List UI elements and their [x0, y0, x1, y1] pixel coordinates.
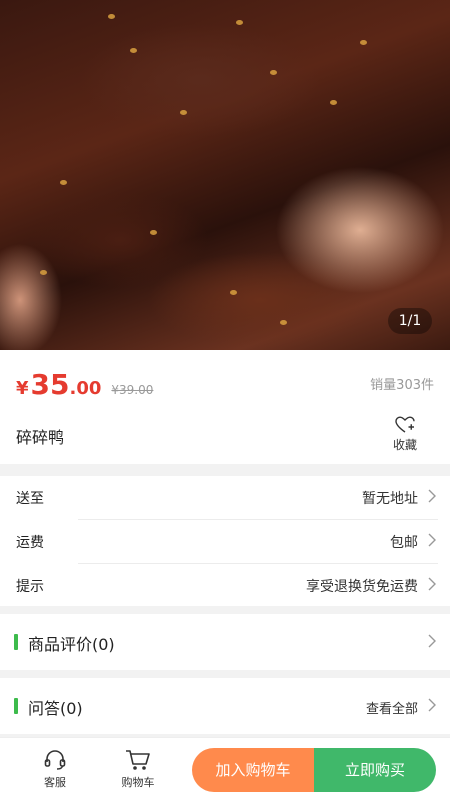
- customer-service-button[interactable]: 客服: [30, 748, 80, 790]
- price: ¥ 35 .00 ¥39.00: [16, 368, 153, 401]
- headset-icon: [44, 750, 66, 770]
- chevron-right-icon: [428, 577, 436, 591]
- product-name: 碎碎鸭: [16, 428, 65, 447]
- image-detail: [130, 48, 137, 53]
- product-image[interactable]: 1/1: [0, 0, 450, 350]
- chevron-right-icon: [428, 533, 436, 547]
- image-detail: [108, 14, 115, 19]
- buy-now-button[interactable]: 立即购买: [314, 748, 436, 792]
- delivery-value: 暂无地址: [362, 491, 418, 507]
- image-detail: [360, 40, 367, 45]
- delivery-label: 送至: [16, 491, 44, 507]
- qa-title: 问答(0): [28, 699, 83, 718]
- customer-service-label: 客服: [44, 776, 66, 789]
- image-detail: [236, 20, 243, 25]
- tip-row[interactable]: 提示 享受退换货免运费: [0, 564, 450, 607]
- image-detail: [280, 320, 287, 325]
- image-counter: 1/1: [388, 308, 432, 334]
- price-card: ¥ 35 .00 ¥39.00 销量303件 碎碎鸭 收藏: [0, 350, 450, 464]
- chevron-right-icon: [428, 489, 436, 503]
- image-detail: [40, 270, 47, 275]
- heart-plus-icon: [395, 416, 415, 433]
- qa-section[interactable]: 问答(0) 查看全部: [0, 678, 450, 734]
- image-detail: [270, 70, 277, 75]
- tip-value: 享受退换货免运费: [306, 579, 418, 595]
- sales-count: 销量303件: [370, 378, 434, 393]
- price-integer: 35: [30, 368, 70, 401]
- shipping-row[interactable]: 运费 包邮: [0, 520, 450, 563]
- reviews-section[interactable]: 商品评价(0): [0, 614, 450, 670]
- currency-symbol: ¥: [16, 378, 29, 399]
- shipping-value: 包邮: [390, 535, 418, 551]
- section-marker: [14, 634, 18, 650]
- image-detail: [150, 230, 157, 235]
- cart-label: 购物车: [121, 776, 155, 789]
- original-price: ¥39.00: [111, 383, 154, 397]
- cart-button[interactable]: 购物车: [113, 748, 163, 790]
- info-card: 送至 暂无地址 运费 包邮 提示 享受退换货免运费: [0, 476, 450, 606]
- image-detail: [60, 180, 67, 185]
- chevron-right-icon: [428, 634, 436, 648]
- add-to-cart-button[interactable]: 加入购物车: [192, 748, 314, 792]
- price-decimal: .00: [69, 378, 102, 399]
- tip-label: 提示: [16, 579, 44, 595]
- bottom-action-bar: 客服 购物车 加入购物车 立即购买: [0, 737, 450, 801]
- image-detail: [330, 100, 337, 105]
- shipping-label: 运费: [16, 535, 44, 551]
- section-marker: [14, 698, 18, 714]
- image-detail: [180, 110, 187, 115]
- reviews-title: 商品评价(0): [28, 635, 115, 654]
- delivery-row[interactable]: 送至 暂无地址: [0, 476, 450, 519]
- view-all-link[interactable]: 查看全部: [366, 698, 418, 717]
- favorite-label: 收藏: [392, 438, 417, 452]
- shopping-cart-icon: [126, 750, 150, 770]
- image-detail: [230, 290, 237, 295]
- chevron-right-icon: [428, 698, 436, 712]
- favorite-button[interactable]: 收藏: [390, 416, 420, 453]
